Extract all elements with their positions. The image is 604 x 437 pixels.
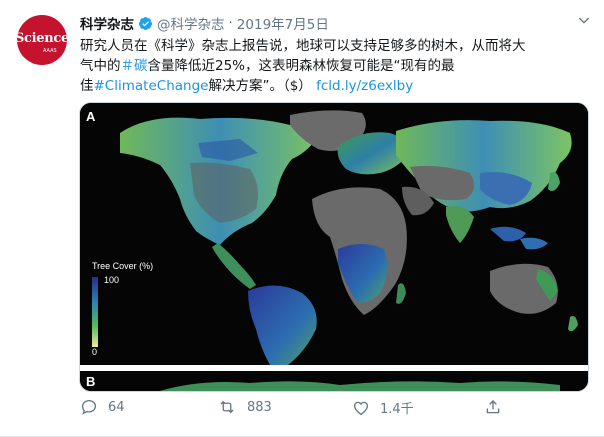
display-name[interactable]: 科学杂志 xyxy=(80,13,134,33)
tweet-line-3: 佳#ClimateChange解决方案”。（$） fcld.ly/z6exlby xyxy=(80,78,414,94)
like-button[interactable]: 1.4千 xyxy=(352,398,414,417)
legend-title: Tree Cover (%) xyxy=(92,261,153,271)
panel-b-label: B xyxy=(86,374,95,389)
tweet-header: 科学杂志 @科学杂志 · 2019年7月5日 xyxy=(80,13,329,33)
tweet-media-image[interactable]: A Tree Cover (%) 100 0 B xyxy=(79,102,589,392)
chevron-down-icon[interactable] xyxy=(576,12,592,32)
reply-count: 64 xyxy=(108,399,125,415)
hashtag-climatechange[interactable]: #ClimateChange xyxy=(94,78,209,94)
separator-dot: · xyxy=(228,15,233,31)
tweet-card[interactable]: Science AAAS 科学杂志 @科学杂志 · 2019年7月5日 研究人员… xyxy=(0,0,604,437)
legend-max: 100 xyxy=(104,275,119,285)
heart-icon xyxy=(353,401,369,415)
retweet-icon xyxy=(220,400,234,414)
tweet-line-2: 气中的＃碳含量降低近25%，这表明森林恢复可能是“现有的最 xyxy=(80,58,455,74)
avatar-logo-text: Science xyxy=(17,31,67,46)
tree-cover-map: A Tree Cover (%) 100 0 B xyxy=(80,103,588,391)
tweet-text: 研究人员在《科学》杂志上报告说，地球可以支持足够多的树木，从而将大 气中的＃碳含… xyxy=(80,36,585,96)
avatar[interactable]: Science AAAS xyxy=(17,15,67,65)
reply-icon xyxy=(81,399,97,415)
reply-button[interactable]: 64 xyxy=(80,398,125,416)
legend-color-bar xyxy=(92,277,98,347)
share-icon xyxy=(486,400,500,414)
handle[interactable]: @科学杂志 xyxy=(157,13,225,33)
tweet-date[interactable]: 2019年7月5日 xyxy=(237,13,329,33)
share-button[interactable] xyxy=(484,398,512,416)
retweet-count: 883 xyxy=(247,399,272,415)
tweet-link[interactable]: fcld.ly/z6exlby xyxy=(316,78,413,94)
legend-min: 0 xyxy=(92,347,97,357)
verified-badge-icon xyxy=(138,16,153,31)
hashtag-carbon[interactable]: ＃碳 xyxy=(121,58,148,74)
tweet-line-1: 研究人员在《科学》杂志上报告说，地球可以支持足够多的树木，从而将大 xyxy=(80,38,526,54)
panel-a-label: A xyxy=(86,109,96,124)
avatar-logo-subtext: AAAS xyxy=(43,48,57,54)
tweet-actions: 64 883 1.4千 xyxy=(80,398,520,422)
like-count: 1.4千 xyxy=(380,402,414,417)
retweet-button[interactable]: 883 xyxy=(217,398,272,416)
